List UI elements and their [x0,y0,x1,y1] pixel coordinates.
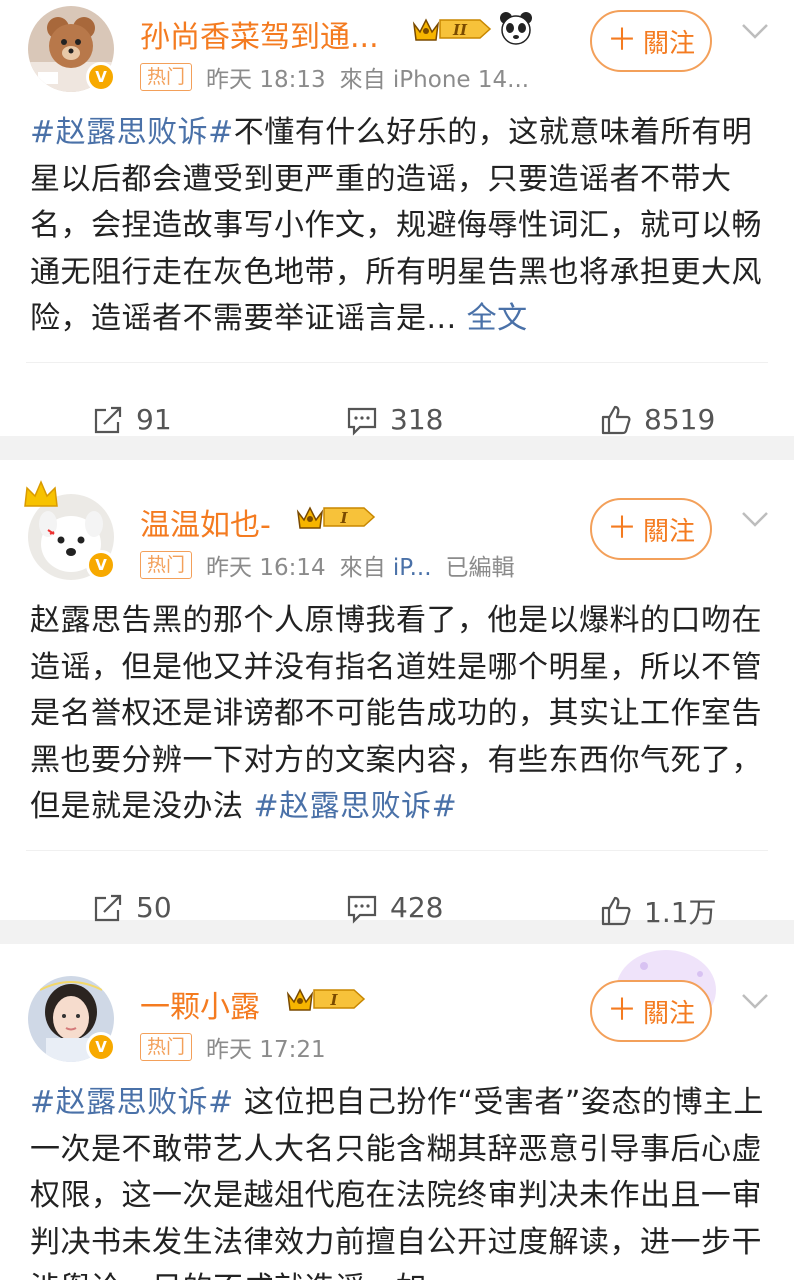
like-count: 1.1万 [644,896,717,929]
panda-icon [500,12,532,45]
repost-button[interactable]: 50 [92,891,172,924]
post-time: 昨天 18:13 [206,67,326,93]
comment-button[interactable]: 428 [346,891,443,924]
like-icon [601,896,631,926]
hot-tag: 热门 [140,551,193,579]
follow-label: 關注 [642,28,695,59]
follow-button[interactable]: ＋ 關注 [590,498,712,560]
chevron-down-icon[interactable] [740,508,770,530]
level-text: I [339,509,348,527]
read-more-link[interactable]: 全文 [457,301,528,336]
hot-tag: 热门 [140,63,193,91]
follow-label: 關注 [642,516,695,547]
post-time: 昨天 16:14 [206,555,326,581]
follow-button[interactable]: ＋ 關注 [590,10,712,72]
verified-icon: V [86,1032,116,1062]
post-header: V 温温如也- I 热门 昨天 16:14 來自 iP... 已編輯 ＋ 關注 [0,480,794,598]
source-link[interactable]: iP... [393,555,432,581]
comment-count: 318 [390,403,444,436]
post-card: V 温温如也- I 热门 昨天 16:14 來自 iP... 已編輯 ＋ 關注 [0,460,794,929]
comment-icon [347,895,377,924]
post-header: V 一颗小露 I 热门 昨天 17:21 ＋ 關注 [0,950,794,1080]
repost-count: 91 [136,403,172,436]
chevron-down-icon[interactable] [740,990,770,1012]
repost-count: 50 [136,891,172,924]
plus-icon: ＋ [606,23,637,58]
chevron-down-icon[interactable] [740,20,770,42]
level-badge-icon: I [286,988,366,1011]
repost-icon [94,406,122,433]
repost-icon [94,894,122,921]
repost-button[interactable]: 91 [92,403,172,436]
topic-link[interactable]: #赵露思败诉# [254,789,458,824]
post-text: #赵露思败诉#不懂有什么好乐的，这就意味着所有明星以后都会遭受到更严重的造谣，只… [0,110,794,342]
comment-button[interactable]: 318 [346,403,443,436]
level-text: II [452,21,468,39]
post-meta: 热门 昨天 16:14 來自 iP... 已編輯 [140,548,515,582]
post-source: 來自 iPhone 14... [339,67,530,93]
username[interactable]: 一颗小露 [140,982,260,1026]
post-time: 昨天 17:21 [206,1037,326,1063]
post-source: 來自 iP... [340,548,432,582]
level-badge-icon: II [412,18,492,41]
follow-label: 關注 [642,998,695,1029]
username[interactable]: 孙尚香菜驾到通... [140,12,379,56]
like-button[interactable]: 1.1万 [600,891,717,931]
follow-button[interactable]: ＋ 關注 [590,980,712,1042]
plus-icon: ＋ [606,993,637,1028]
topic-link[interactable]: #赵露思败诉# [30,115,234,150]
crown-icon [24,480,58,507]
post-text: 赵露思告黑的那个人原博我看了，他是以爆料的口吻在造谣，但是他又并没有指名道姓是哪… [0,598,794,830]
username[interactable]: 温温如也- [140,500,271,544]
post-text: #赵露思败诉# 这位把自己扮作“受害者”姿态的博主上一次是不敢带艺人大名只能含糊… [0,1080,794,1280]
hot-tag: 热门 [140,1033,193,1061]
like-icon [601,405,631,434]
post-card: V 一颗小露 I 热门 昨天 17:21 ＋ 關注 #赵露思败诉# 这位把自己扮… [0,944,794,1280]
post-meta: 热门 昨天 17:21 [140,1030,326,1064]
level-text: I [329,991,338,1009]
plus-icon: ＋ [606,511,637,546]
like-button[interactable]: 8519 [600,403,715,436]
verified-icon: V [86,550,116,580]
source-prefix: 來自 [339,555,393,581]
post-meta: 热门 昨天 18:13 來自 iPhone 14... [140,60,529,94]
comment-count: 428 [390,891,444,924]
level-badge-icon: I [296,506,376,529]
post-header: V 孙尚香菜驾到通... II 热门 昨天 18:13 來自 iPhone 14… [0,0,794,110]
topic-link[interactable]: #赵露思败诉# [30,1085,234,1120]
verified-icon: V [86,62,116,92]
comment-icon [347,407,377,436]
like-count: 8519 [644,403,716,436]
edited-label: 已編輯 [445,555,515,581]
weibo-feed: V 孙尚香菜驾到通... II 热门 昨天 18:13 來自 iPhone 14… [0,0,794,1280]
post-card: V 孙尚香菜驾到通... II 热门 昨天 18:13 來自 iPhone 14… [0,0,794,436]
